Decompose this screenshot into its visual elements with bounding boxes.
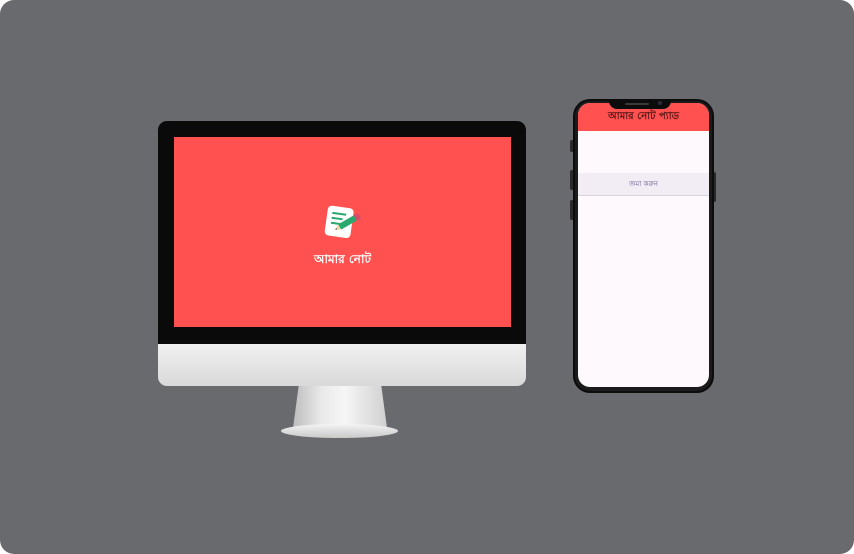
note-body-field[interactable] bbox=[578, 147, 709, 174]
mobile-screen: আমার নোট প্যাড জমা করুন bbox=[578, 103, 709, 387]
note-body-input[interactable] bbox=[578, 147, 709, 173]
desktop-monitor-stand bbox=[293, 386, 387, 428]
app-title: আমার নোট bbox=[314, 252, 371, 266]
desktop-monitor-chin bbox=[158, 344, 526, 386]
phone-notch bbox=[609, 99, 671, 109]
mobile-app-bar-title: আমার নোট প্যাড bbox=[608, 111, 679, 122]
desktop-monitor-base bbox=[281, 424, 398, 438]
front-camera-icon bbox=[658, 101, 662, 105]
phone-speaker bbox=[625, 103, 649, 105]
save-note-button[interactable]: জমা করুন bbox=[578, 173, 709, 196]
note-pencil-icon bbox=[320, 203, 366, 243]
desktop-splash-screen: আমার নোট bbox=[174, 137, 511, 327]
mobile-phone: আমার নোট প্যাড জমা করুন bbox=[573, 99, 714, 393]
desktop-monitor: আমার নোট bbox=[158, 121, 526, 344]
mockup-canvas: আমার নোট আমার নোট প্যাড জমা করুন bbox=[0, 0, 854, 554]
